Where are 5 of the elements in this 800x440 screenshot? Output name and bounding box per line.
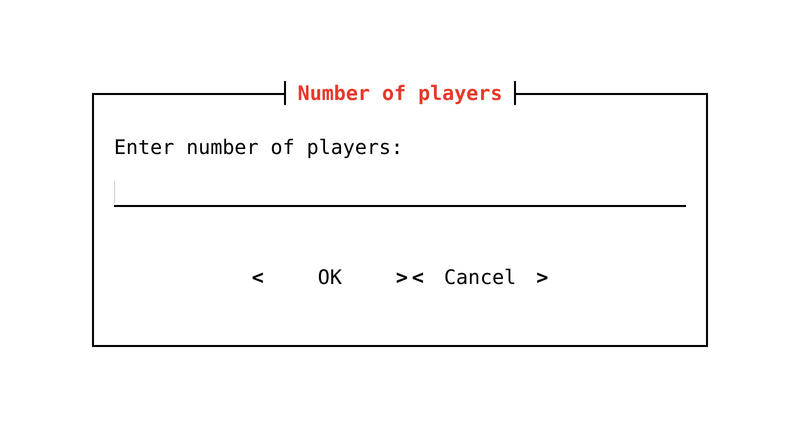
dialog-button[interactable]: < OK > (252, 263, 408, 291)
dialog-button[interactable]: < Cancel > (412, 263, 548, 291)
prompt-label: Enter number of players: (114, 134, 403, 161)
dialog-title: Number of players (298, 80, 502, 107)
text-cursor (114, 181, 115, 203)
